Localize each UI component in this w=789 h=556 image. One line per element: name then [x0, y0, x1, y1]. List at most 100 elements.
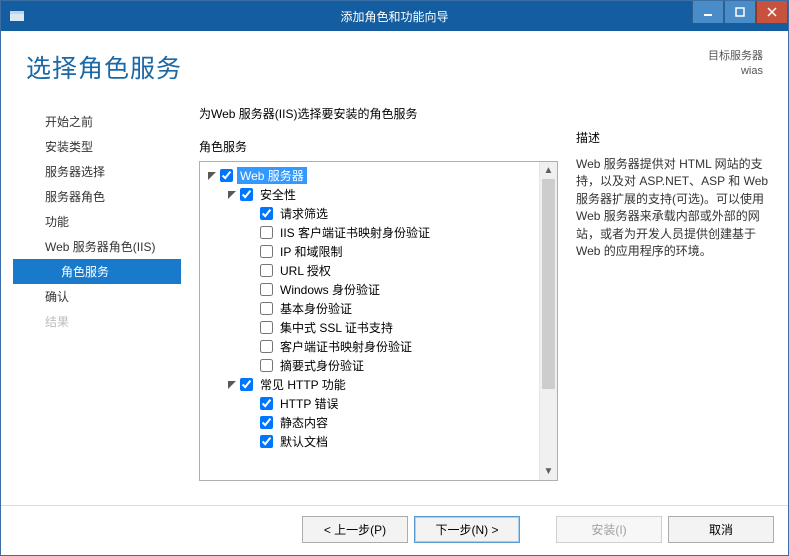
- sidebar-item[interactable]: 服务器选择: [13, 159, 181, 184]
- scroll-thumb[interactable]: [542, 179, 555, 389]
- tree-checkbox[interactable]: [260, 359, 273, 372]
- tree-row[interactable]: 摘要式身份验证: [204, 356, 557, 375]
- description-panel: 描述 Web 服务器提供对 HTML 网站的支持，以及对 ASP.NET、ASP…: [576, 101, 776, 505]
- tree-row[interactable]: Windows 身份验证: [204, 280, 557, 299]
- tree-item-label[interactable]: Web 服务器: [237, 167, 307, 184]
- section-label: 角色服务: [199, 138, 558, 155]
- sidebar-item[interactable]: Web 服务器角色(IIS): [13, 234, 181, 259]
- next-button[interactable]: 下一步(N) >: [414, 516, 520, 543]
- scroll-down-arrow[interactable]: ▼: [540, 463, 557, 480]
- tree-checkbox[interactable]: [260, 245, 273, 258]
- tree-item-label[interactable]: URL 授权: [277, 262, 334, 279]
- tree-item-label[interactable]: 安全性: [257, 186, 299, 203]
- toggle-placeholder: [246, 398, 258, 410]
- tree-checkbox[interactable]: [260, 283, 273, 296]
- scroll-track[interactable]: [540, 179, 557, 463]
- tree-item-label[interactable]: 静态内容: [277, 414, 331, 431]
- target-server-name: wias: [708, 64, 763, 79]
- toggle-placeholder: [246, 360, 258, 372]
- tree-row[interactable]: 请求筛选: [204, 204, 557, 223]
- target-server-block: 目标服务器 wias: [708, 49, 763, 80]
- tree-row[interactable]: 常见 HTTP 功能: [204, 375, 557, 394]
- tree-row[interactable]: Web 服务器: [204, 166, 557, 185]
- tree-item-label[interactable]: 客户端证书映射身份验证: [277, 338, 415, 355]
- tree-checkbox[interactable]: [260, 302, 273, 315]
- tree-checkbox[interactable]: [260, 435, 273, 448]
- tree-scrollbar[interactable]: ▲ ▼: [539, 162, 557, 480]
- tree-item-label[interactable]: 摘要式身份验证: [277, 357, 367, 374]
- collapse-icon[interactable]: [226, 189, 238, 201]
- toggle-placeholder: [246, 265, 258, 277]
- sidebar-item-label: 服务器选择: [45, 165, 105, 179]
- toggle-placeholder: [246, 284, 258, 296]
- window-title: 添加角色和功能向导: [340, 8, 448, 25]
- sidebar-item-label: 角色服务: [61, 265, 109, 279]
- tree-item-label[interactable]: Windows 身份验证: [277, 281, 383, 298]
- tree-item-label[interactable]: 请求筛选: [277, 205, 331, 222]
- target-server-label: 目标服务器: [708, 49, 763, 64]
- tree-row[interactable]: 安全性: [204, 185, 557, 204]
- tree-row[interactable]: HTTP 错误: [204, 394, 557, 413]
- cancel-button[interactable]: 取消: [668, 516, 774, 543]
- tree-row[interactable]: 集中式 SSL 证书支持: [204, 318, 557, 337]
- wizard-window: 添加角色和功能向导 选择角色服务 目标服务器 wias 开始之前安装类型服务器选…: [0, 0, 789, 556]
- tree-checkbox[interactable]: [240, 378, 253, 391]
- tree-checkbox[interactable]: [260, 321, 273, 334]
- toggle-placeholder: [246, 246, 258, 258]
- sidebar-item-label: 结果: [45, 315, 69, 329]
- toggle-placeholder: [246, 208, 258, 220]
- tree-row[interactable]: IP 和域限制: [204, 242, 557, 261]
- close-button[interactable]: [756, 1, 788, 23]
- tree-checkbox[interactable]: [260, 226, 273, 239]
- previous-button[interactable]: < 上一步(P): [302, 516, 408, 543]
- tree-row[interactable]: URL 授权: [204, 261, 557, 280]
- toggle-placeholder: [246, 322, 258, 334]
- sidebar-item[interactable]: 服务器角色: [13, 184, 181, 209]
- title-bar: 添加角色和功能向导: [1, 1, 788, 31]
- tree-checkbox[interactable]: [260, 264, 273, 277]
- role-services-panel: 为Web 服务器(IIS)选择要安装的角色服务 角色服务 Web 服务器安全性请…: [199, 101, 558, 505]
- tree-item-label[interactable]: 基本身份验证: [277, 300, 355, 317]
- sidebar-item[interactable]: 开始之前: [13, 109, 181, 134]
- tree-checkbox[interactable]: [220, 169, 233, 182]
- minimize-button[interactable]: [692, 1, 724, 23]
- tree-checkbox[interactable]: [260, 397, 273, 410]
- sidebar-item[interactable]: 功能: [13, 209, 181, 234]
- maximize-button[interactable]: [724, 1, 756, 23]
- tree-item-label[interactable]: IIS 客户端证书映射身份验证: [277, 224, 433, 241]
- tree-item-label[interactable]: 默认文档: [277, 433, 331, 450]
- tree-item-label[interactable]: 集中式 SSL 证书支持: [277, 319, 396, 336]
- sidebar-item[interactable]: 角色服务: [13, 259, 181, 284]
- tree-row[interactable]: IIS 客户端证书映射身份验证: [204, 223, 557, 242]
- sidebar-item[interactable]: 安装类型: [13, 134, 181, 159]
- tree-checkbox[interactable]: [260, 416, 273, 429]
- sidebar-item-label: 功能: [45, 215, 69, 229]
- page-title: 选择角色服务: [26, 49, 182, 85]
- tree-row[interactable]: 基本身份验证: [204, 299, 557, 318]
- install-button: 安装(I): [556, 516, 662, 543]
- tree-checkbox[interactable]: [260, 207, 273, 220]
- toggle-placeholder: [246, 303, 258, 315]
- wizard-steps-sidebar: 开始之前安装类型服务器选择服务器角色功能 Web 服务器角色(IIS) 角色服务确认…: [13, 101, 181, 505]
- tree-item-label[interactable]: 常见 HTTP 功能: [257, 376, 349, 393]
- collapse-icon[interactable]: [206, 170, 218, 182]
- tree-item-label[interactable]: IP 和域限制: [277, 243, 345, 260]
- sidebar-item[interactable]: 确认: [13, 284, 181, 309]
- wizard-main: 开始之前安装类型服务器选择服务器角色功能 Web 服务器角色(IIS) 角色服务确认…: [1, 95, 788, 505]
- window-controls: [692, 1, 788, 31]
- toggle-placeholder: [246, 341, 258, 353]
- scroll-up-arrow[interactable]: ▲: [540, 162, 557, 179]
- sidebar-item-label: 安装类型: [45, 140, 93, 154]
- collapse-icon[interactable]: [226, 379, 238, 391]
- tree-row[interactable]: 默认文档: [204, 432, 557, 451]
- wizard-footer: < 上一步(P) 下一步(N) > 安装(I) 取消: [1, 505, 788, 555]
- tree-checkbox[interactable]: [260, 340, 273, 353]
- tree-row[interactable]: 静态内容: [204, 413, 557, 432]
- toggle-placeholder: [246, 227, 258, 239]
- sidebar-item: 结果: [13, 309, 181, 334]
- tree-checkbox[interactable]: [240, 188, 253, 201]
- tree-item-label[interactable]: HTTP 错误: [277, 395, 341, 412]
- tree-row[interactable]: 客户端证书映射身份验证: [204, 337, 557, 356]
- sidebar-item-label: 开始之前: [45, 115, 93, 129]
- wizard-body: 选择角色服务 目标服务器 wias 开始之前安装类型服务器选择服务器角色功能 We…: [1, 31, 788, 555]
